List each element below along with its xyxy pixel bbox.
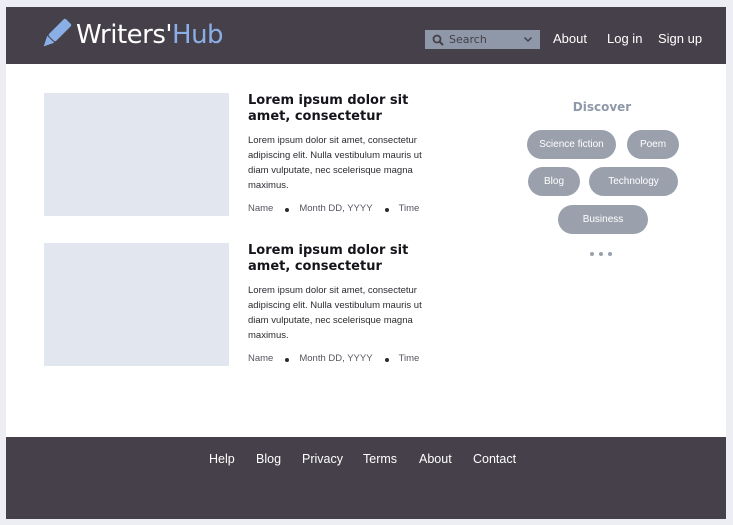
post-date: Month DD, YYYY xyxy=(299,353,373,364)
tag-science-fiction[interactable]: Science fiction xyxy=(527,130,616,159)
post-excerpt: Lorem ipsum dolor sit amet, consectetur … xyxy=(248,135,422,191)
post-date: Month DD, YYYY xyxy=(299,203,373,214)
nav-signup-link[interactable]: Sign up xyxy=(658,31,702,46)
more-tags-button[interactable] xyxy=(590,252,617,256)
search-placeholder: Search xyxy=(449,33,487,46)
ellipsis-dot xyxy=(599,252,603,256)
logo-text-secondary: Hub xyxy=(172,20,224,50)
tag-technology[interactable]: Technology xyxy=(589,167,678,196)
footer-terms-link[interactable]: Terms xyxy=(363,452,397,466)
logo[interactable]: Writers'Hub xyxy=(38,17,224,53)
post-time: Time xyxy=(398,353,420,364)
ellipsis-dot xyxy=(590,252,594,256)
nav-about-link[interactable]: About xyxy=(553,31,587,46)
tag-business[interactable]: Business xyxy=(558,205,648,234)
post-thumbnail[interactable] xyxy=(44,93,229,216)
search-dropdown[interactable]: Search xyxy=(425,30,540,49)
meta-separator xyxy=(384,207,389,212)
meta-separator xyxy=(384,357,389,362)
post-time: Time xyxy=(398,203,420,214)
post-card[interactable]: Lorem ipsum dolor sit amet, consectetur … xyxy=(44,243,444,373)
post-thumbnail[interactable] xyxy=(44,243,229,366)
post-meta: Name Month DD, YYYY Time xyxy=(248,353,419,364)
meta-separator xyxy=(285,207,290,212)
tag-blog[interactable]: Blog xyxy=(528,167,580,196)
logo-text: Writers'Hub xyxy=(76,20,224,50)
logo-text-primary: Writers' xyxy=(76,20,173,50)
post-title[interactable]: Lorem ipsum dolor sit amet, consectetur xyxy=(248,93,448,125)
footer: Help Blog Privacy Terms About Contact xyxy=(6,437,726,519)
footer-blog-link[interactable]: Blog xyxy=(256,452,281,466)
chevron-down-icon xyxy=(523,36,533,43)
page-frame: Writers'Hub Search About Log in Sign up … xyxy=(6,7,726,519)
post-excerpt: Lorem ipsum dolor sit amet, consectetur … xyxy=(248,285,422,341)
header: Writers'Hub Search About Log in Sign up xyxy=(6,7,726,64)
post-author: Name xyxy=(248,203,274,214)
post-title[interactable]: Lorem ipsum dolor sit amet, consectetur xyxy=(248,243,448,275)
meta-separator xyxy=(285,357,290,362)
post-author: Name xyxy=(248,353,274,364)
tag-poem[interactable]: Poem xyxy=(627,130,679,159)
ellipsis-dot xyxy=(608,252,612,256)
discover-heading: Discover xyxy=(572,100,632,114)
post-card[interactable]: Lorem ipsum dolor sit amet, consectetur … xyxy=(44,93,444,223)
footer-help-link[interactable]: Help xyxy=(209,452,235,466)
footer-contact-link[interactable]: Contact xyxy=(473,452,516,466)
footer-about-link[interactable]: About xyxy=(419,452,452,466)
post-meta: Name Month DD, YYYY Time xyxy=(248,203,419,214)
search-icon xyxy=(432,34,444,46)
nav-login-link[interactable]: Log in xyxy=(607,31,642,46)
pencil-icon xyxy=(43,18,72,47)
footer-privacy-link[interactable]: Privacy xyxy=(302,452,343,466)
